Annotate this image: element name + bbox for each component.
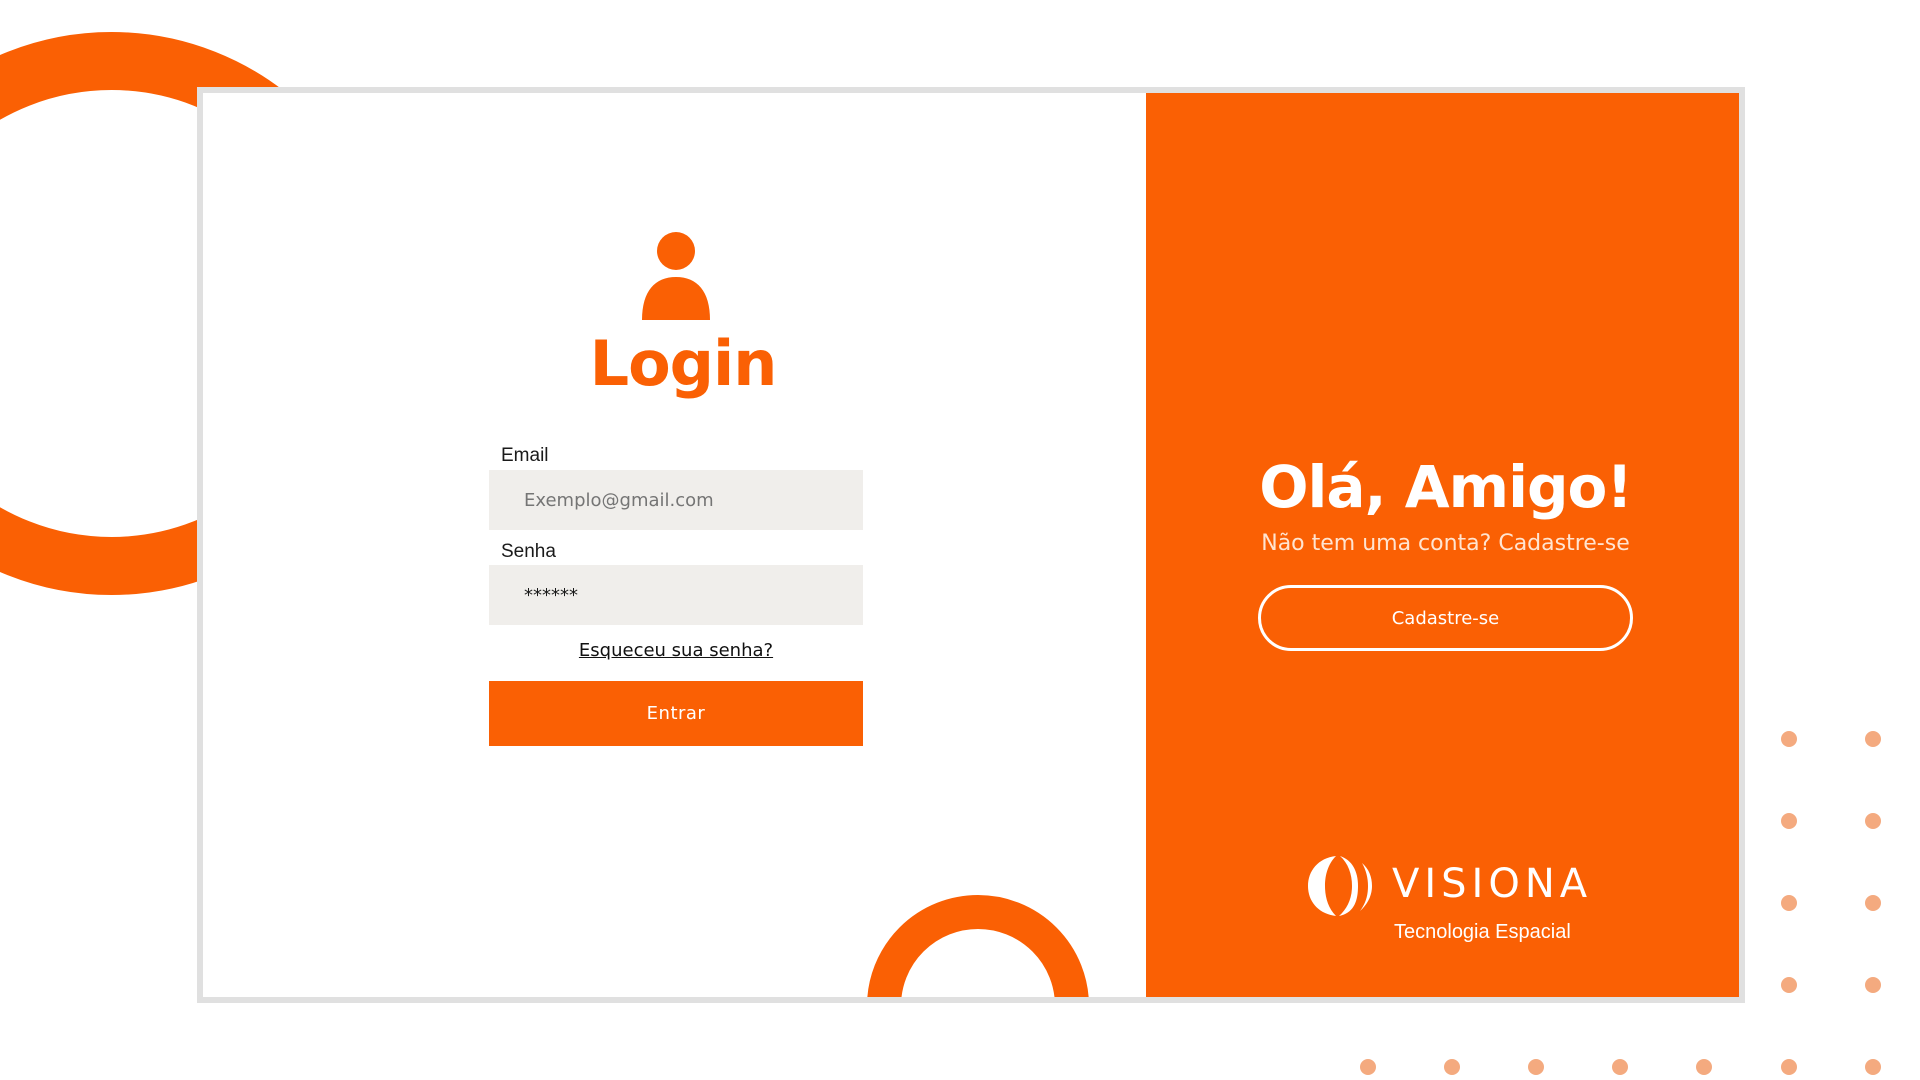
dot [1865,813,1881,829]
user-icon [642,232,710,320]
email-label: Email [501,445,549,466]
signup-panel: Olá, Amigo! Não tem uma conta? Cadastre-… [1146,93,1739,997]
login-card: Login Email Senha Esqueceu sua senha? En… [197,87,1745,1003]
email-field[interactable] [489,470,863,530]
brand-name: VISIONA [1392,861,1593,907]
dot [1865,731,1881,747]
dot [1865,1059,1881,1075]
login-button[interactable]: Entrar [489,681,863,746]
dot [1360,1059,1376,1075]
dot [1781,731,1797,747]
password-field[interactable] [489,565,863,625]
dot [1865,977,1881,993]
forgot-password-link[interactable]: Esqueceu sua senha? [489,640,863,661]
brand-tagline: Tecnologia Espacial [1394,921,1571,943]
dot [1781,1059,1797,1075]
dot [1865,895,1881,911]
login-panel: Login Email Senha Esqueceu sua senha? En… [203,93,1143,997]
password-label: Senha [501,541,556,562]
login-title: Login [589,327,778,400]
dot [1612,1059,1628,1075]
dot [1781,813,1797,829]
decorative-ring-small [867,895,1089,997]
dot [1444,1059,1460,1075]
dot [1696,1059,1712,1075]
visiona-logo-icon [1308,856,1372,916]
dot [1781,977,1797,993]
signup-button[interactable]: Cadastre-se [1258,585,1633,651]
signup-subheading: Não tem uma conta? Cadastre-se [1261,531,1630,556]
dot [1528,1059,1544,1075]
login-screen: Login Email Senha Esqueceu sua senha? En… [0,0,1920,1080]
signup-heading: Olá, Amigo! [1259,453,1633,521]
dot [1781,895,1797,911]
brand-logo: VISIONA Tecnologia Espacial [1306,853,1606,953]
